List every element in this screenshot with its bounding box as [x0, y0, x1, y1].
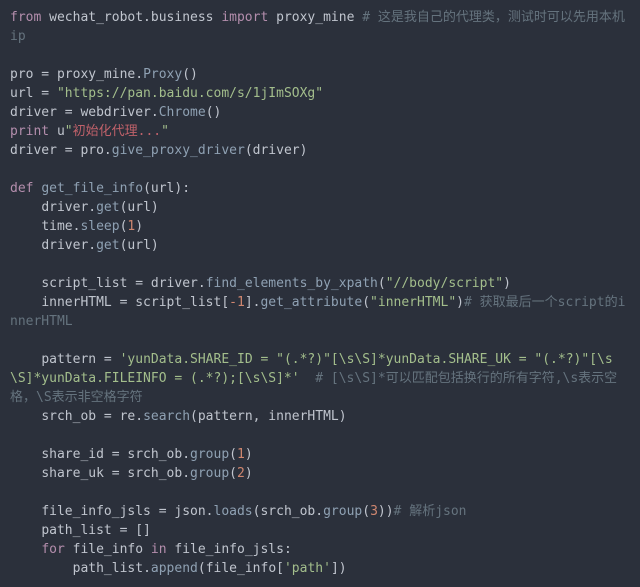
code-line: driver = webdriver.Chrome(): [10, 105, 221, 120]
code-line: file_info_jsls = json.loads(srch_ob.grou…: [10, 504, 467, 519]
code-line: driver.get(url): [10, 200, 159, 215]
code-line: time.sleep(1): [10, 219, 143, 234]
code-line: print u"初始化代理...": [10, 124, 169, 139]
code-line: path_list.append(file_info['path']): [10, 561, 347, 576]
code-line: pro = proxy_mine.Proxy(): [10, 67, 198, 82]
code-line: for file_info in file_info_jsls:: [10, 542, 292, 557]
code-line: url = "https://pan.baidu.com/s/1jImSOXg": [10, 86, 323, 101]
code-line: share_uk = srch_ob.group(2): [10, 466, 253, 481]
code-line: pattern = 'yunData.SHARE_ID = "(.*?)"[\s…: [10, 352, 617, 405]
code-line: from wechat_robot.business import proxy_…: [10, 10, 625, 44]
code-line: srch_ob = re.search(pattern, innerHTML): [10, 409, 347, 424]
code-line: share_id = srch_ob.group(1): [10, 447, 253, 462]
code-line: def get_file_info(url):: [10, 181, 190, 196]
code-block: from wechat_robot.business import proxy_…: [10, 8, 630, 578]
code-line: path_list = []: [10, 523, 151, 538]
code-line: driver.get(url): [10, 238, 159, 253]
code-line: driver = pro.give_proxy_driver(driver): [10, 143, 307, 158]
code-line: innerHTML = script_list[-1].get_attribut…: [10, 295, 625, 329]
code-line: script_list = driver.find_elements_by_xp…: [10, 276, 511, 291]
